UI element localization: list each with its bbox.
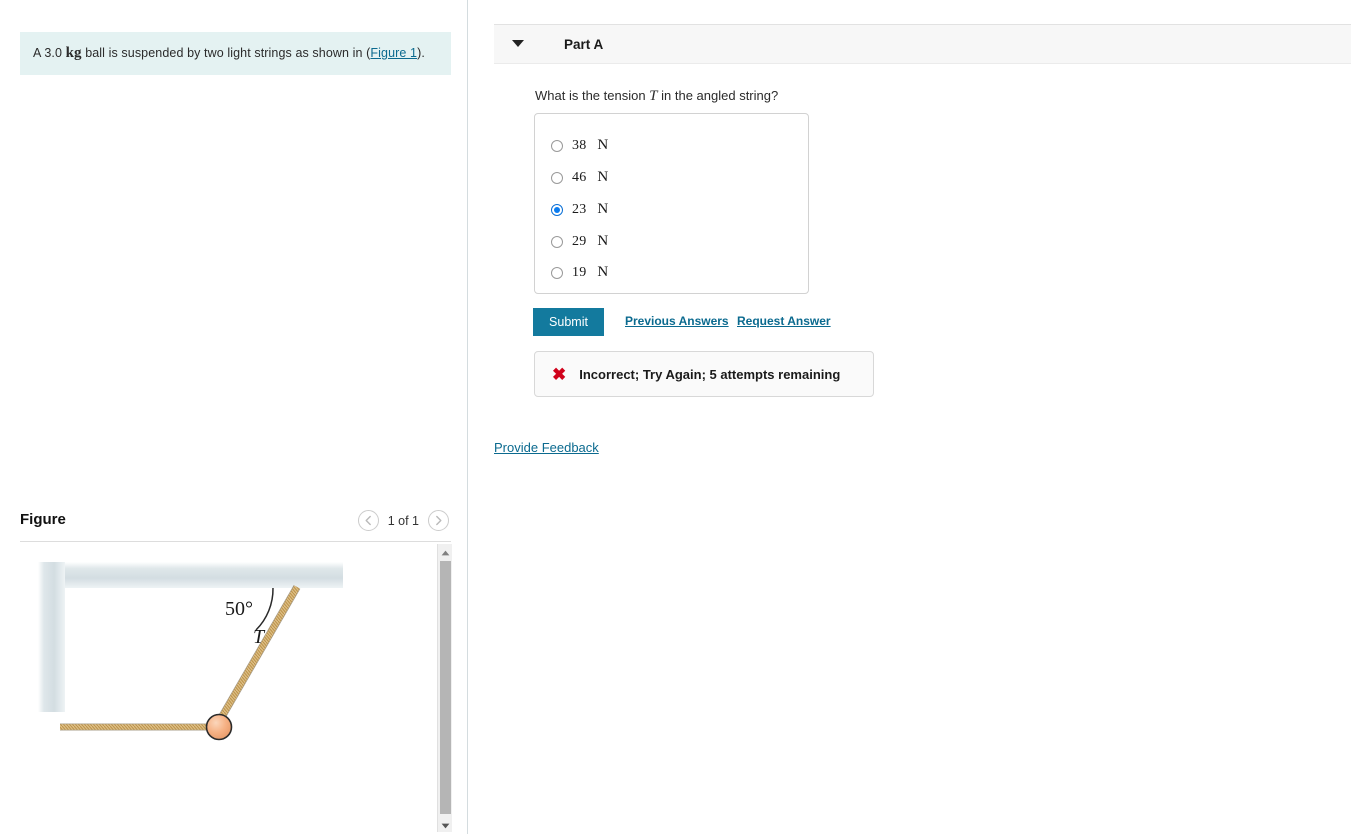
option-row-0[interactable]: 38 N (551, 137, 608, 154)
right-panel: Part A What is the tension T in the angl… (468, 0, 1351, 834)
left-panel: A 3.0 kg ball is suspended by two light … (0, 0, 468, 834)
scrollbar-down-button[interactable] (438, 817, 452, 832)
question-symbol: T (649, 88, 658, 104)
figure-counter: 1 of 1 (387, 513, 419, 528)
option-value-3: 29 (572, 233, 587, 249)
figure-next-button[interactable] (428, 510, 449, 531)
caret-down-icon[interactable] (512, 40, 524, 47)
radio-option-3[interactable] (551, 235, 563, 248)
ceiling-wall (38, 562, 343, 588)
triangle-up-icon (441, 544, 450, 559)
option-unit-4: N (597, 264, 609, 280)
problem-middle: ball is suspended by two light strings a… (81, 46, 371, 60)
tension-label: T (253, 626, 266, 648)
figure-header: Figure 1 of 1 (20, 508, 451, 540)
feedback-message-text: Incorrect; Try Again; 5 attempts remaini… (579, 366, 841, 382)
left-wall (38, 562, 65, 712)
x-mark-icon: ✖ (552, 364, 567, 384)
option-value-1: 46 (572, 169, 587, 185)
problem-prefix: A 3.0 (33, 46, 66, 60)
figure-divider (20, 541, 451, 542)
question-before: What is the tension (535, 88, 650, 103)
figure-scrollbar[interactable] (437, 544, 452, 832)
feedback-message-box: ✖ Incorrect; Try Again; 5 attempts remai… (534, 351, 874, 397)
provide-feedback-link[interactable]: Provide Feedback (494, 440, 599, 455)
page-root: A 3.0 kg ball is suspended by two light … (0, 0, 1351, 834)
option-row-1[interactable]: 46 N (551, 169, 608, 186)
ball (205, 713, 233, 741)
problem-suffix: ). (417, 46, 425, 60)
figure-1-link[interactable]: Figure 1 (370, 46, 417, 60)
part-a-label: Part A (564, 37, 604, 52)
request-answer-link[interactable]: Request Answer (737, 314, 831, 328)
option-unit-2: N (597, 201, 609, 217)
submit-button[interactable]: Submit (533, 308, 604, 336)
radio-option-2[interactable] (551, 203, 563, 216)
option-row-3[interactable]: 29 N (551, 233, 608, 250)
figure-title: Figure (20, 511, 66, 528)
option-value-4: 19 (572, 264, 587, 280)
question-prompt: What is the tension T in the angled stri… (535, 88, 778, 105)
request-answer-wrap: Request Answer (737, 314, 831, 328)
angle-label: 50° (225, 598, 253, 620)
question-after: in the angled string? (657, 88, 779, 103)
figure-navigation: 1 of 1 (357, 510, 449, 531)
figure-diagram: 50° T (38, 562, 343, 741)
triangle-down-icon (441, 817, 450, 832)
previous-answers-link[interactable]: Previous Answers (625, 314, 729, 328)
chevron-right-icon (434, 515, 443, 526)
figure-viewport: 50° T (20, 544, 436, 832)
option-unit-3: N (597, 233, 609, 249)
scrollbar-thumb[interactable] (440, 561, 451, 814)
option-value-2: 23 (572, 201, 587, 217)
problem-statement-box: A 3.0 kg ball is suspended by two light … (20, 32, 451, 75)
radio-option-1[interactable] (551, 171, 563, 184)
chevron-left-icon (364, 515, 373, 526)
part-a-header[interactable]: Part A (494, 24, 1351, 64)
option-row-4[interactable]: 19 N (551, 264, 608, 281)
option-row-2[interactable]: 23 N (551, 201, 608, 218)
figure-prev-button[interactable] (357, 510, 379, 531)
option-value-0: 38 (572, 137, 587, 153)
problem-mass-unit: kg (65, 45, 82, 61)
option-unit-1: N (597, 169, 609, 185)
scrollbar-up-button[interactable] (438, 544, 452, 559)
option-unit-0: N (597, 137, 609, 153)
radio-option-0[interactable] (551, 139, 563, 152)
problem-statement-text: A 3.0 kg ball is suspended by two light … (33, 45, 425, 62)
radio-option-4[interactable] (551, 266, 563, 279)
previous-answers-wrap: Previous Answers (625, 314, 729, 328)
answer-options-box: 38 N 46 N 23 N 29 N 19 N (534, 113, 809, 294)
